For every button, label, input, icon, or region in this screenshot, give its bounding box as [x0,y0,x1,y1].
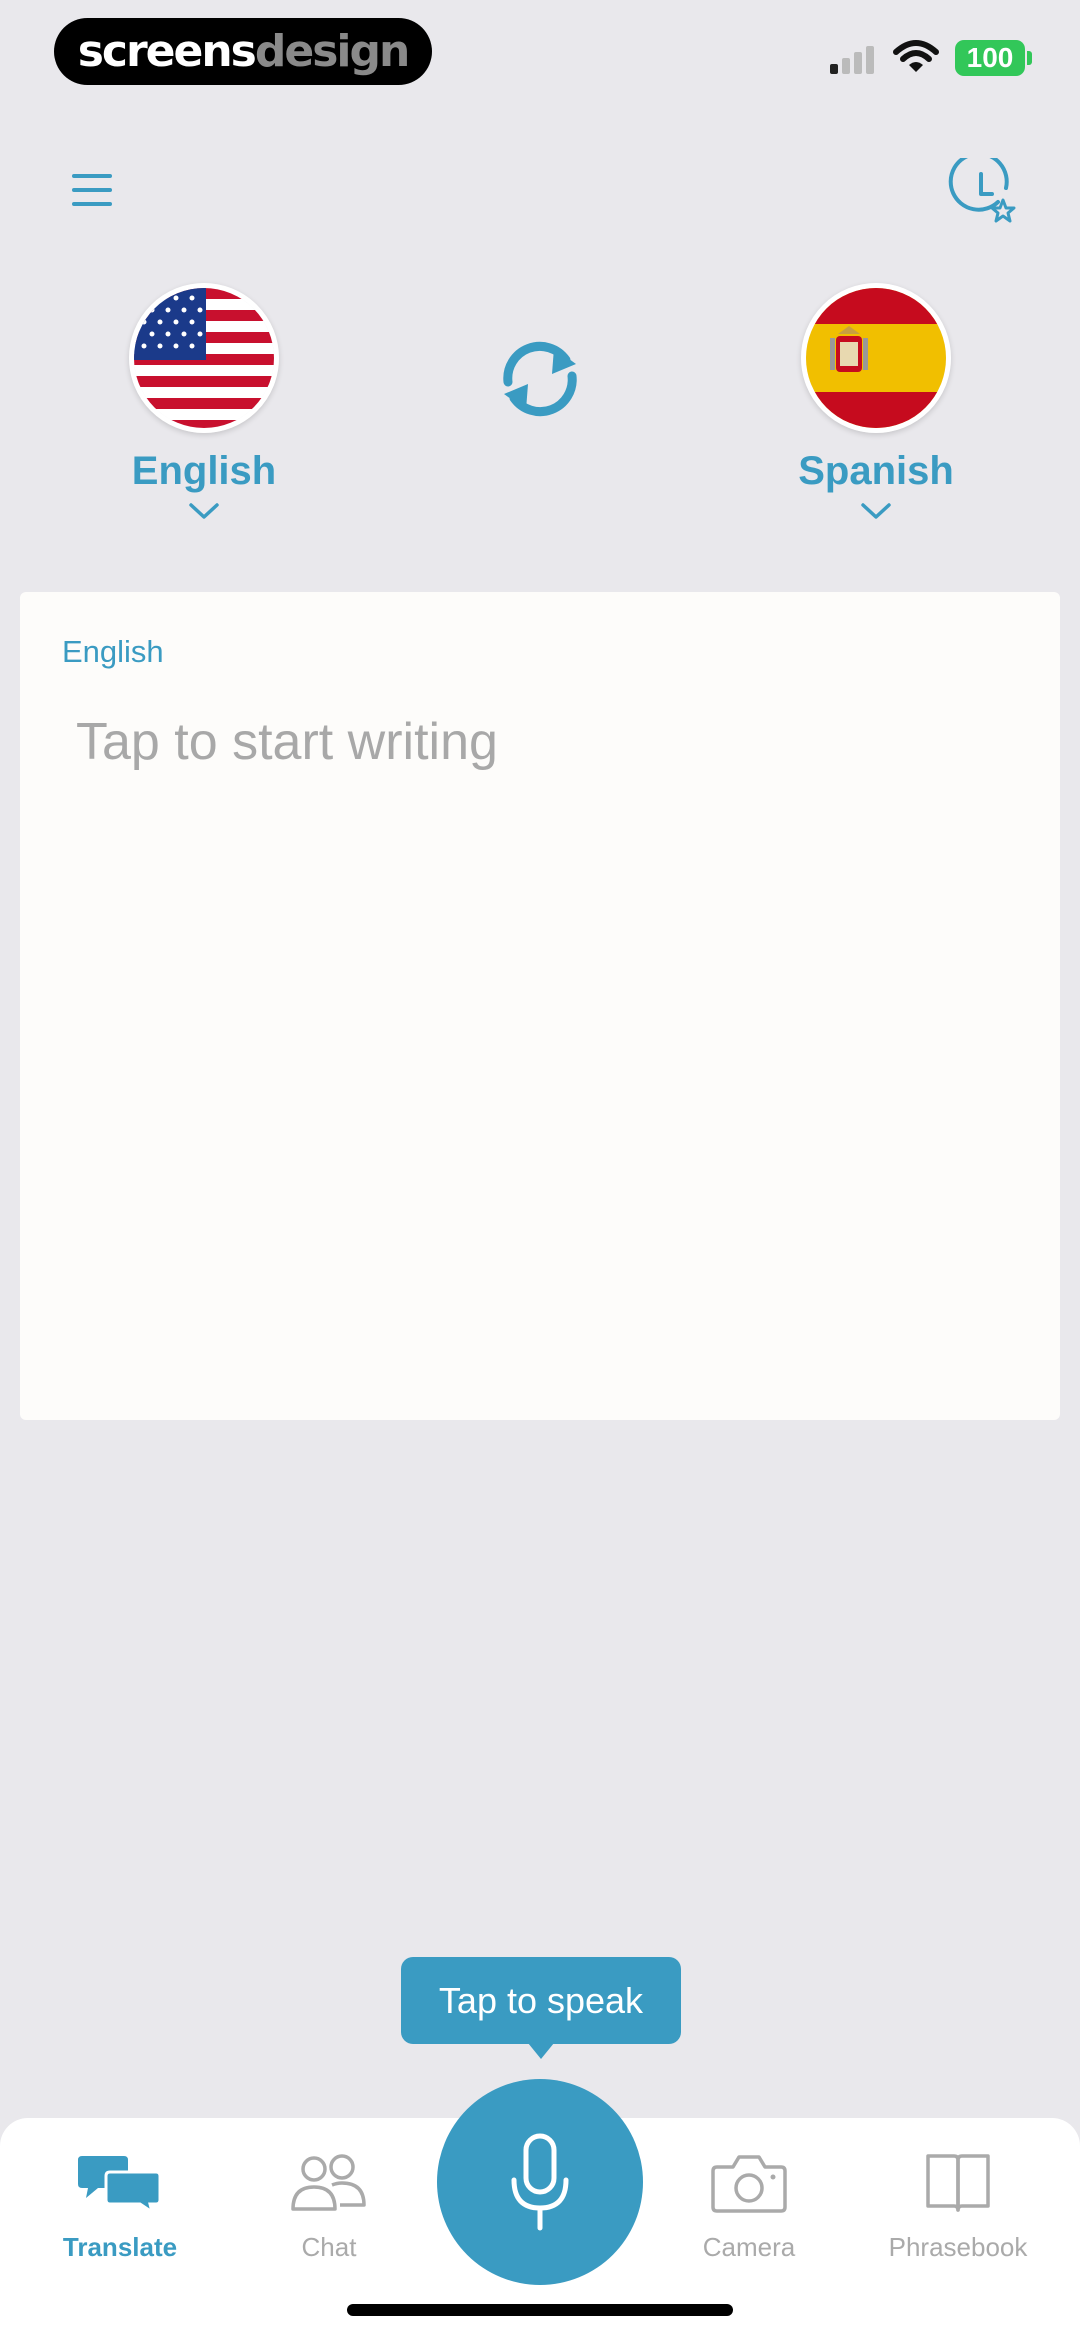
brand-text-design: design [254,26,410,77]
camera-icon [711,2155,787,2213]
tab-translate-label: Translate [62,2232,178,2262]
chevron-down-icon [189,503,219,519]
battery-indicator: 100 [955,40,1025,76]
tab-phrasebook[interactable]: Phrasebook [858,2146,1058,2266]
wifi-icon [893,40,939,72]
tab-phrasebook-label: Phrasebook [888,2232,1028,2262]
tab-camera-label: Camera [702,2232,796,2262]
brand-logo: screens design [54,18,432,85]
chat-bubbles-icon [78,2156,162,2214]
status-bar: screens design 100 [0,0,1080,110]
microphone-button[interactable] [437,2079,643,2285]
history-favorites-icon[interactable] [948,158,1020,230]
tooltip-arrow [528,2043,554,2059]
home-indicator[interactable] [347,2304,733,2316]
source-language-selector[interactable]: English [124,283,284,520]
tooltip-text: Tap to speak [438,1979,644,2021]
input-language-label: English [62,634,164,669]
text-input-placeholder[interactable]: Tap to start writing [76,712,498,772]
people-icon [291,2154,366,2211]
battery-level: 100 [966,42,1014,73]
tab-camera[interactable]: Camera [649,2146,849,2266]
microphone-icon [511,2133,569,2231]
cellular-signal-icon [830,46,874,74]
chevron-down-icon [861,503,891,519]
tab-chat[interactable]: Chat [229,2146,429,2266]
tab-chat-label: Chat [301,2232,357,2262]
book-icon [926,2154,990,2212]
brand-text-screens: screens [77,26,257,77]
battery-tip [1027,51,1032,65]
tab-translate[interactable]: Translate [20,2146,220,2266]
spain-flag-icon [801,283,951,433]
target-language-name: Spanish [798,449,954,493]
target-language-selector[interactable]: Spanish [796,283,956,520]
hamburger-menu-icon[interactable] [68,168,116,212]
source-language-name: English [131,449,277,493]
text-input-card[interactable]: English Tap to start writing [20,592,1060,1420]
us-flag-icon [129,283,279,433]
tap-to-speak-tooltip: Tap to speak [401,1957,681,2044]
swap-languages-icon[interactable] [494,338,586,420]
